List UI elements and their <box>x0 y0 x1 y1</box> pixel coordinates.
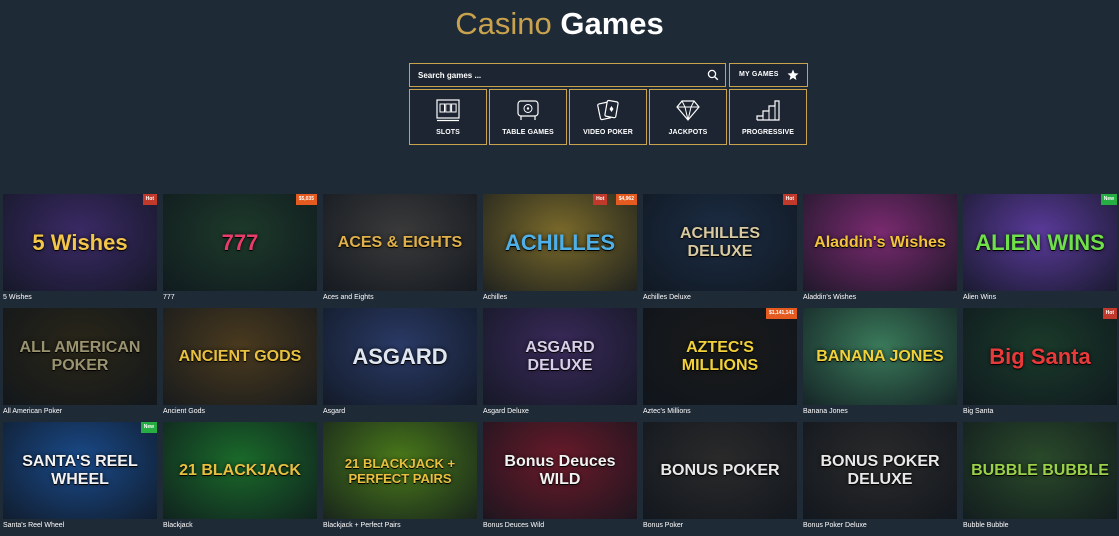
star-icon <box>787 69 799 80</box>
search-box[interactable] <box>409 63 726 87</box>
game-name[interactable]: Bubble Bubble <box>963 522 1009 529</box>
hot-badge: Hot <box>593 194 608 205</box>
new-badge: New <box>140 422 157 433</box>
roulette-table-icon <box>517 100 539 120</box>
hot-badge: Hot <box>782 194 797 205</box>
game-thumbnail[interactable]: Bonus Deuces WILD <box>483 422 637 519</box>
game-thumbnail[interactable]: BONUS POKER <box>643 422 797 519</box>
game-name[interactable]: Achilles <box>483 294 507 301</box>
search-input[interactable] <box>418 67 698 83</box>
category-video-poker-label: VIDEO POKER <box>583 129 633 136</box>
game-art-title: ASGARD DELUXE <box>525 338 595 374</box>
game-name[interactable]: Bonus Poker <box>643 522 683 529</box>
game-thumbnail[interactable]: Big Santa Hot <box>963 308 1117 405</box>
game-thumbnail[interactable]: ALL AMERICAN POKER <box>3 308 157 405</box>
game-art-title: ALIEN WINS <box>975 229 1105 255</box>
game-thumbnail[interactable]: ALIEN WINS New <box>963 194 1117 291</box>
game-name[interactable]: Banana Jones <box>803 408 848 415</box>
jackpot-badge: $1,141,141 <box>765 308 797 319</box>
game-art-title: 21 BLACKJACK + PERFECT PAIRS <box>344 455 456 486</box>
game-name[interactable]: Achilles Deluxe <box>643 294 691 301</box>
game-art-title: ACHILLES <box>505 229 615 255</box>
game-thumbnail[interactable]: BUBBLE BUBBLE <box>963 422 1117 519</box>
my-games-label: MY GAMES <box>739 71 779 78</box>
game-art-title: 21 BLACKJACK <box>179 461 301 479</box>
game-name[interactable]: Asgard Deluxe <box>483 408 529 415</box>
playing-cards-icon <box>597 99 619 121</box>
page-title-part1: Casino <box>455 6 552 41</box>
jackpot-badge: $4,962 <box>615 194 637 205</box>
game-art-title: 777 <box>221 229 259 255</box>
game-name[interactable]: Bonus Deuces Wild <box>483 522 544 529</box>
game-art-title: Big Santa <box>989 343 1091 369</box>
game-thumbnail[interactable]: ACHILLES DELUXE Hot <box>643 194 797 291</box>
hot-badge: Hot <box>142 194 157 205</box>
game-name[interactable]: Bonus Poker Deluxe <box>803 522 867 529</box>
game-thumbnail[interactable]: 777 $5,035 <box>163 194 317 291</box>
game-art-title: ACES & EIGHTS <box>337 233 463 251</box>
game-name[interactable]: Aladdin's Wishes <box>803 294 856 301</box>
category-progressive-button[interactable]: PROGRESSIVE <box>729 89 807 145</box>
game-thumbnail[interactable]: SANTA'S REEL WHEEL New <box>3 422 157 519</box>
game-art-title: BONUS POKER <box>660 461 780 479</box>
game-thumbnail[interactable]: 5 Wishes Hot <box>3 194 157 291</box>
game-thumbnail[interactable]: ASGARD DELUXE <box>483 308 637 405</box>
game-art-title: 5 Wishes <box>32 229 128 255</box>
game-name[interactable]: Blackjack + Perfect Pairs <box>323 522 401 529</box>
game-thumbnail[interactable]: BANANA JONES <box>803 308 957 405</box>
page-title-part2: Games <box>560 6 664 41</box>
category-table-games-button[interactable]: TABLE GAMES <box>489 89 567 145</box>
game-name[interactable]: All American Poker <box>3 408 62 415</box>
game-thumbnail[interactable]: Aladdin's Wishes <box>803 194 957 291</box>
game-art-title: BUBBLE BUBBLE <box>971 461 1109 479</box>
game-art-title: ASGARD <box>352 343 448 369</box>
game-name[interactable]: Asgard <box>323 408 345 415</box>
game-name[interactable]: Aces and Eights <box>323 294 374 301</box>
category-slots-button[interactable]: SLOTS <box>409 89 487 145</box>
game-thumbnail[interactable]: ACHILLES $4,962 Hot <box>483 194 637 291</box>
game-art-title: Bonus Deuces WILD <box>504 452 616 488</box>
game-art-title: BONUS POKER DELUXE <box>820 452 940 488</box>
game-thumbnail[interactable]: AZTEC'S MILLIONS $1,141,141 <box>643 308 797 405</box>
category-video-poker-button[interactable]: VIDEO POKER <box>569 89 647 145</box>
game-name[interactable]: Blackjack <box>163 522 193 529</box>
slot-machine-icon <box>436 99 460 122</box>
game-name[interactable]: Santa's Reel Wheel <box>3 522 64 529</box>
game-art-title: SANTA'S REEL WHEEL <box>22 452 138 488</box>
game-thumbnail[interactable]: 21 BLACKJACK + PERFECT PAIRS <box>323 422 477 519</box>
game-art-title: ALL AMERICAN POKER <box>19 338 141 374</box>
game-name[interactable]: Alien Wins <box>963 294 996 301</box>
category-jackpots-button[interactable]: JACKPOTS <box>649 89 727 145</box>
game-art-title: ACHILLES DELUXE <box>680 224 760 260</box>
game-thumbnail[interactable]: ANCIENT GODS <box>163 308 317 405</box>
game-art-title: AZTEC'S MILLIONS <box>681 338 759 374</box>
game-thumbnail[interactable]: ASGARD <box>323 308 477 405</box>
jackpot-badge: $5,035 <box>295 194 317 205</box>
hot-badge: Hot <box>1102 308 1117 319</box>
game-thumbnail[interactable]: ACES & EIGHTS <box>323 194 477 291</box>
category-progressive-label: PROGRESSIVE <box>741 129 795 136</box>
my-games-button[interactable]: MY GAMES <box>729 63 808 87</box>
game-name[interactable]: Aztec's Millions <box>643 408 691 415</box>
new-badge: New <box>1100 194 1117 205</box>
search-icon[interactable] <box>707 69 719 81</box>
category-slots-label: SLOTS <box>436 129 460 136</box>
game-name[interactable]: 5 Wishes <box>3 294 32 301</box>
stairs-icon <box>756 100 780 121</box>
game-art-title: Aladdin's Wishes <box>814 233 946 251</box>
game-name[interactable]: Big Santa <box>963 408 993 415</box>
game-name[interactable]: 777 <box>163 294 175 301</box>
game-name[interactable]: Ancient Gods <box>163 408 205 415</box>
game-art-title: ANCIENT GODS <box>178 347 302 365</box>
game-thumbnail[interactable]: 21 BLACKJACK <box>163 422 317 519</box>
game-thumbnail[interactable]: BONUS POKER DELUXE <box>803 422 957 519</box>
category-nav: SLOTS TABLE GAMES VIDEO POKER JACKPOTS P… <box>409 89 807 145</box>
page-title: Casino Games <box>0 6 1119 42</box>
diamond-icon <box>676 100 700 121</box>
category-jackpots-label: JACKPOTS <box>668 129 708 136</box>
category-table-games-label: TABLE GAMES <box>502 129 554 136</box>
game-art-title: BANANA JONES <box>816 347 944 365</box>
